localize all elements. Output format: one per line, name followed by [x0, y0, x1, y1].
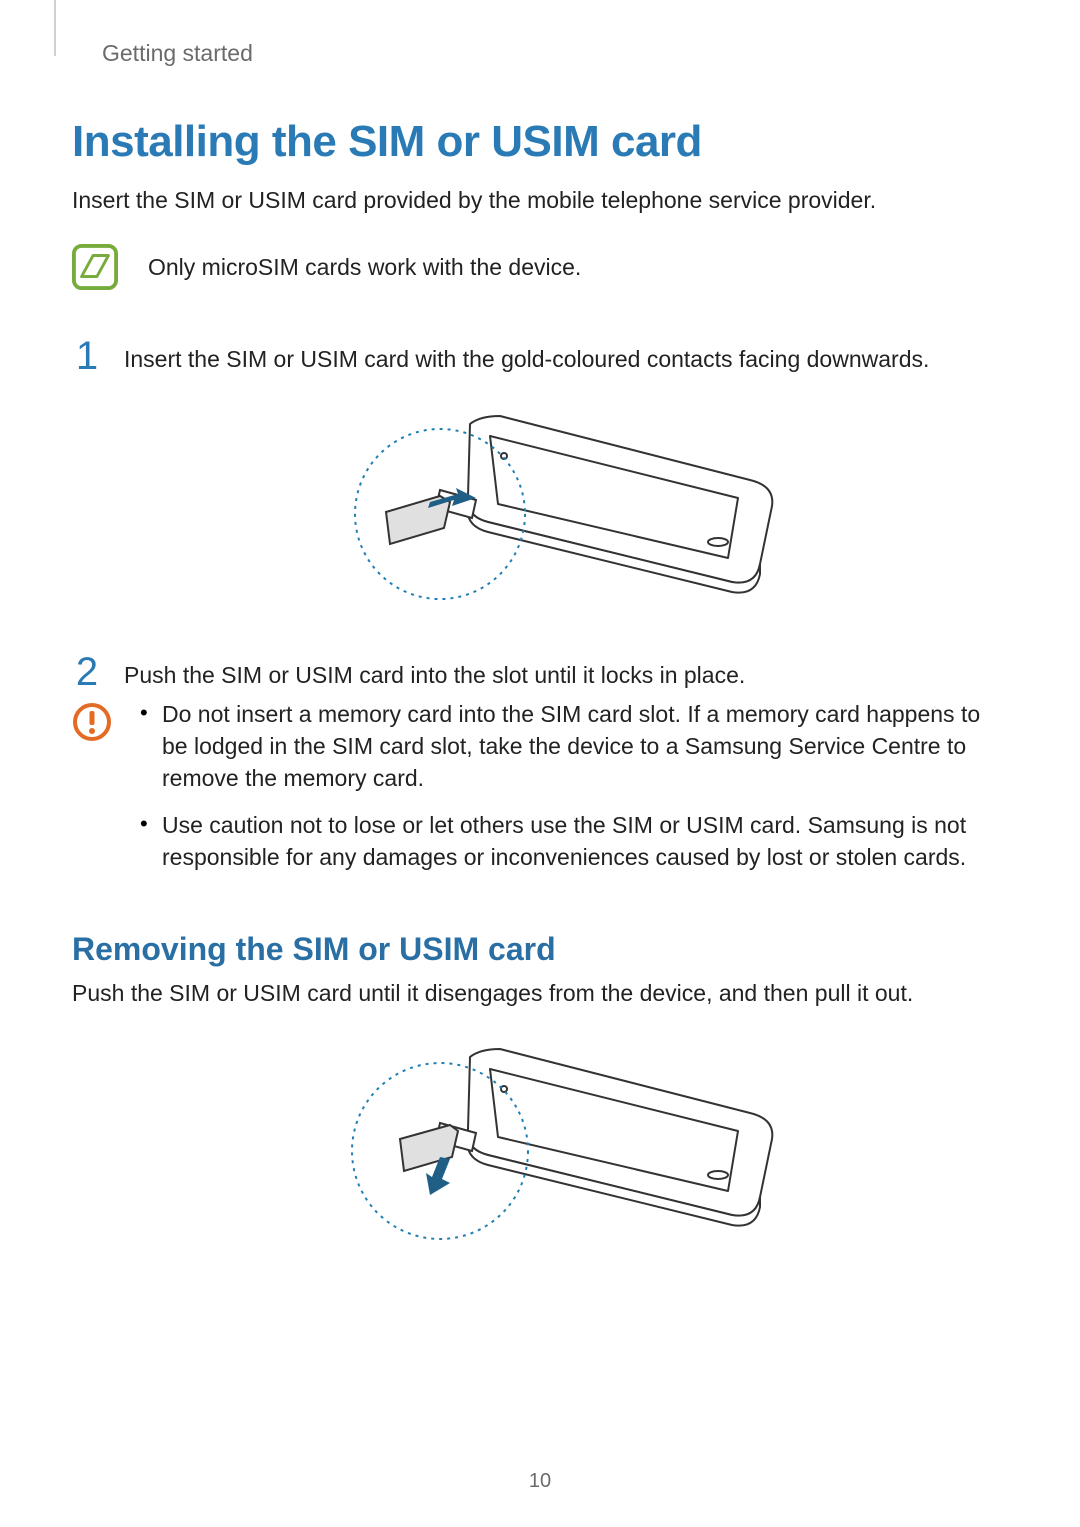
caution-icon	[72, 702, 112, 742]
step-1: 1 Insert the SIM or USIM card with the g…	[72, 336, 1008, 376]
page-title: Installing the SIM or USIM card	[72, 117, 1008, 167]
subheading: Removing the SIM or USIM card	[72, 931, 1008, 968]
note-row: Only microSIM cards work with the device…	[72, 244, 1008, 290]
intro-text: Insert the SIM or USIM card provided by …	[72, 185, 1008, 216]
page-content: Getting started Installing the SIM or US…	[0, 0, 1080, 1257]
note-text: Only microSIM cards work with the device…	[148, 254, 581, 281]
note-icon	[72, 244, 118, 290]
step-number: 2	[72, 652, 102, 692]
page-number: 10	[0, 1470, 1080, 1493]
caution-list: Do not insert a memory card into the SIM…	[134, 698, 1008, 887]
caution-item: Use caution not to lose or let others us…	[134, 809, 1008, 873]
remove-sim-illustration	[290, 1027, 790, 1257]
insert-sim-illustration	[290, 394, 790, 624]
caution-block: Do not insert a memory card into the SIM…	[72, 698, 1008, 887]
step-2: 2 Push the SIM or USIM card into the slo…	[72, 652, 1008, 692]
breadcrumb-rule	[54, 0, 56, 56]
step-text: Insert the SIM or USIM card with the gol…	[124, 336, 929, 376]
step-number: 1	[72, 336, 102, 376]
step-text: Push the SIM or USIM card into the slot …	[124, 652, 745, 692]
caution-item: Do not insert a memory card into the SIM…	[134, 698, 1008, 795]
sub-intro: Push the SIM or USIM card until it disen…	[72, 978, 1008, 1009]
breadcrumb: Getting started	[102, 40, 1008, 67]
